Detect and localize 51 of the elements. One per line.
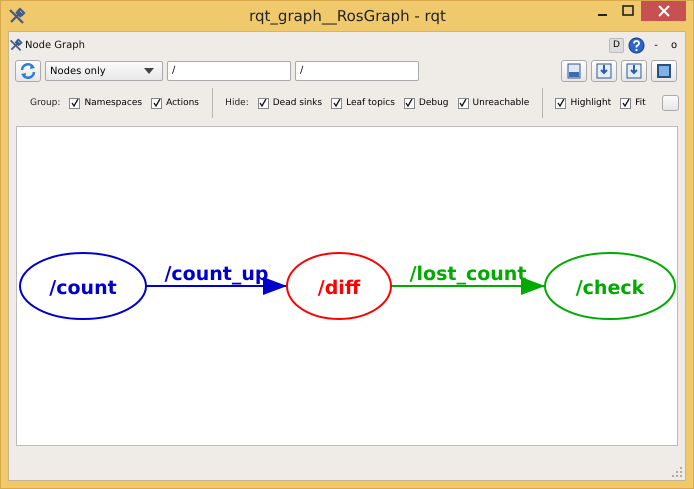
checkbox[interactable] — [555, 98, 566, 108]
edge-label: /lost_count — [410, 263, 526, 285]
checkbox-label[interactable]: Fit — [635, 98, 646, 108]
checkbox-label[interactable]: Highlight — [570, 98, 612, 108]
node-ellipse[interactable] — [544, 252, 676, 320]
document-icon — [565, 62, 583, 80]
checkbox[interactable] — [258, 98, 269, 108]
close-icon — [658, 5, 670, 17]
edge-label: /count_up — [164, 263, 269, 285]
node-ellipse[interactable] — [19, 252, 147, 320]
checkbox-label[interactable]: Actions — [166, 98, 199, 108]
plugin-title: Node Graph — [25, 40, 85, 50]
group-label: Group: — [30, 98, 60, 108]
dock-control[interactable]: - — [649, 40, 663, 50]
checkbox[interactable] — [458, 98, 469, 108]
checkbox[interactable] — [331, 98, 342, 108]
mode-dropdown[interactable]: Nodes only — [45, 61, 163, 81]
node-ellipse[interactable] — [286, 252, 392, 320]
download-icon — [595, 62, 613, 80]
checkbox[interactable] — [151, 98, 162, 108]
namespace-filter-field[interactable]: / — [167, 61, 291, 81]
caret-icon — [144, 68, 154, 74]
load-button[interactable] — [561, 60, 587, 82]
save-dot-button[interactable] — [591, 60, 617, 82]
image-icon — [655, 62, 673, 80]
group-label: Hide: — [225, 98, 249, 108]
topic-filter-field[interactable]: / — [295, 61, 419, 81]
checkbox-label[interactable]: Dead sinks — [272, 98, 322, 108]
checkbox-label[interactable]: Unreachable — [472, 98, 530, 108]
checkbox-label[interactable]: Leaf topics — [346, 98, 395, 108]
window-title: rqt_graph__RosGraph - rqt — [248, 7, 447, 25]
node-label: /count — [49, 277, 117, 299]
close-button[interactable] — [641, 1, 686, 21]
checkbox-label[interactable]: Debug — [418, 98, 449, 108]
help-icon[interactable] — [628, 36, 645, 54]
checkbox[interactable] — [404, 98, 415, 108]
save-svg-button[interactable] — [621, 60, 647, 82]
resize-grip-icon[interactable] — [672, 467, 682, 477]
node-label: /check — [576, 277, 644, 299]
refresh-button[interactable] — [15, 60, 41, 82]
debug-button[interactable]: D — [609, 38, 624, 52]
save-image-button[interactable] — [651, 60, 677, 82]
checkbox-label[interactable]: Namespaces — [84, 98, 142, 108]
tools-icon — [8, 7, 26, 25]
checkbox[interactable] — [620, 98, 632, 108]
tools-icon — [9, 38, 23, 52]
download-icon — [625, 62, 643, 80]
checkbox[interactable] — [69, 98, 80, 108]
refresh-icon — [19, 62, 37, 80]
node-label: /diff — [318, 277, 360, 299]
dock-control[interactable]: o — [667, 40, 681, 50]
